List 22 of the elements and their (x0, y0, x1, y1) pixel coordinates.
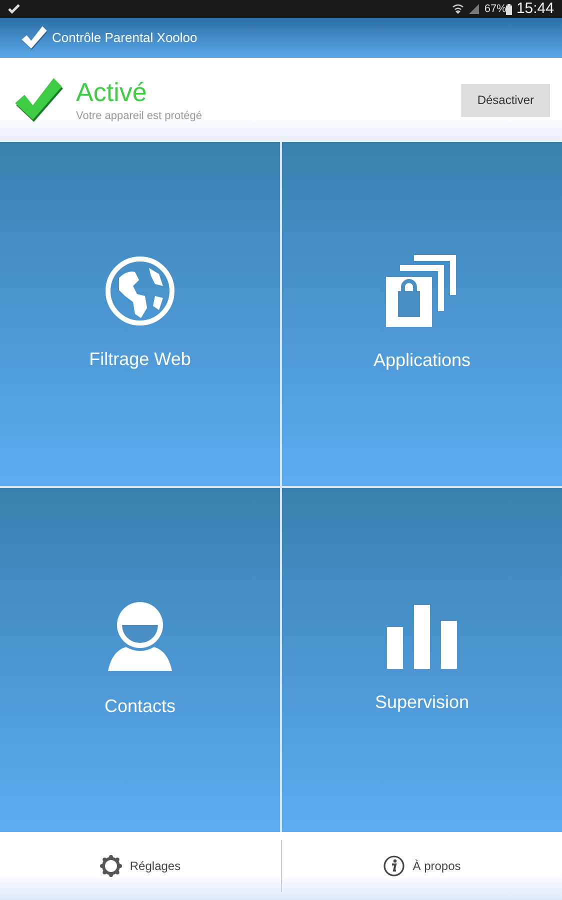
status-subtitle: Votre appareil est protégé (76, 108, 202, 124)
battery-icon (506, 4, 512, 14)
settings-icon (100, 855, 122, 877)
wifi-icon (452, 3, 464, 15)
info-icon (382, 855, 405, 877)
menu-tile[interactable]: Contacts (0, 488, 280, 832)
footer-button[interactable]: Réglages (100, 855, 181, 877)
bar-chart-icon (387, 604, 457, 668)
battery-percent: 67% (484, 2, 506, 17)
menu-tile[interactable]: Supervision (282, 488, 562, 832)
signal-icon (468, 3, 480, 15)
deactivate-button[interactable]: Désactiver (461, 84, 550, 116)
app-title: Contrôle Parental Xooloo (52, 29, 198, 48)
footer-button[interactable]: À propos (382, 855, 461, 877)
check-icon (8, 3, 20, 15)
menu-tile[interactable]: Filtrage Web (0, 142, 280, 486)
clock: 15:44 (516, 0, 554, 19)
globe-icon (105, 256, 175, 326)
status-title: Activé (76, 76, 148, 108)
menu-tile[interactable]: Applications (282, 142, 562, 486)
app-logo-icon (20, 24, 48, 52)
locked-windows-icon (386, 254, 458, 326)
